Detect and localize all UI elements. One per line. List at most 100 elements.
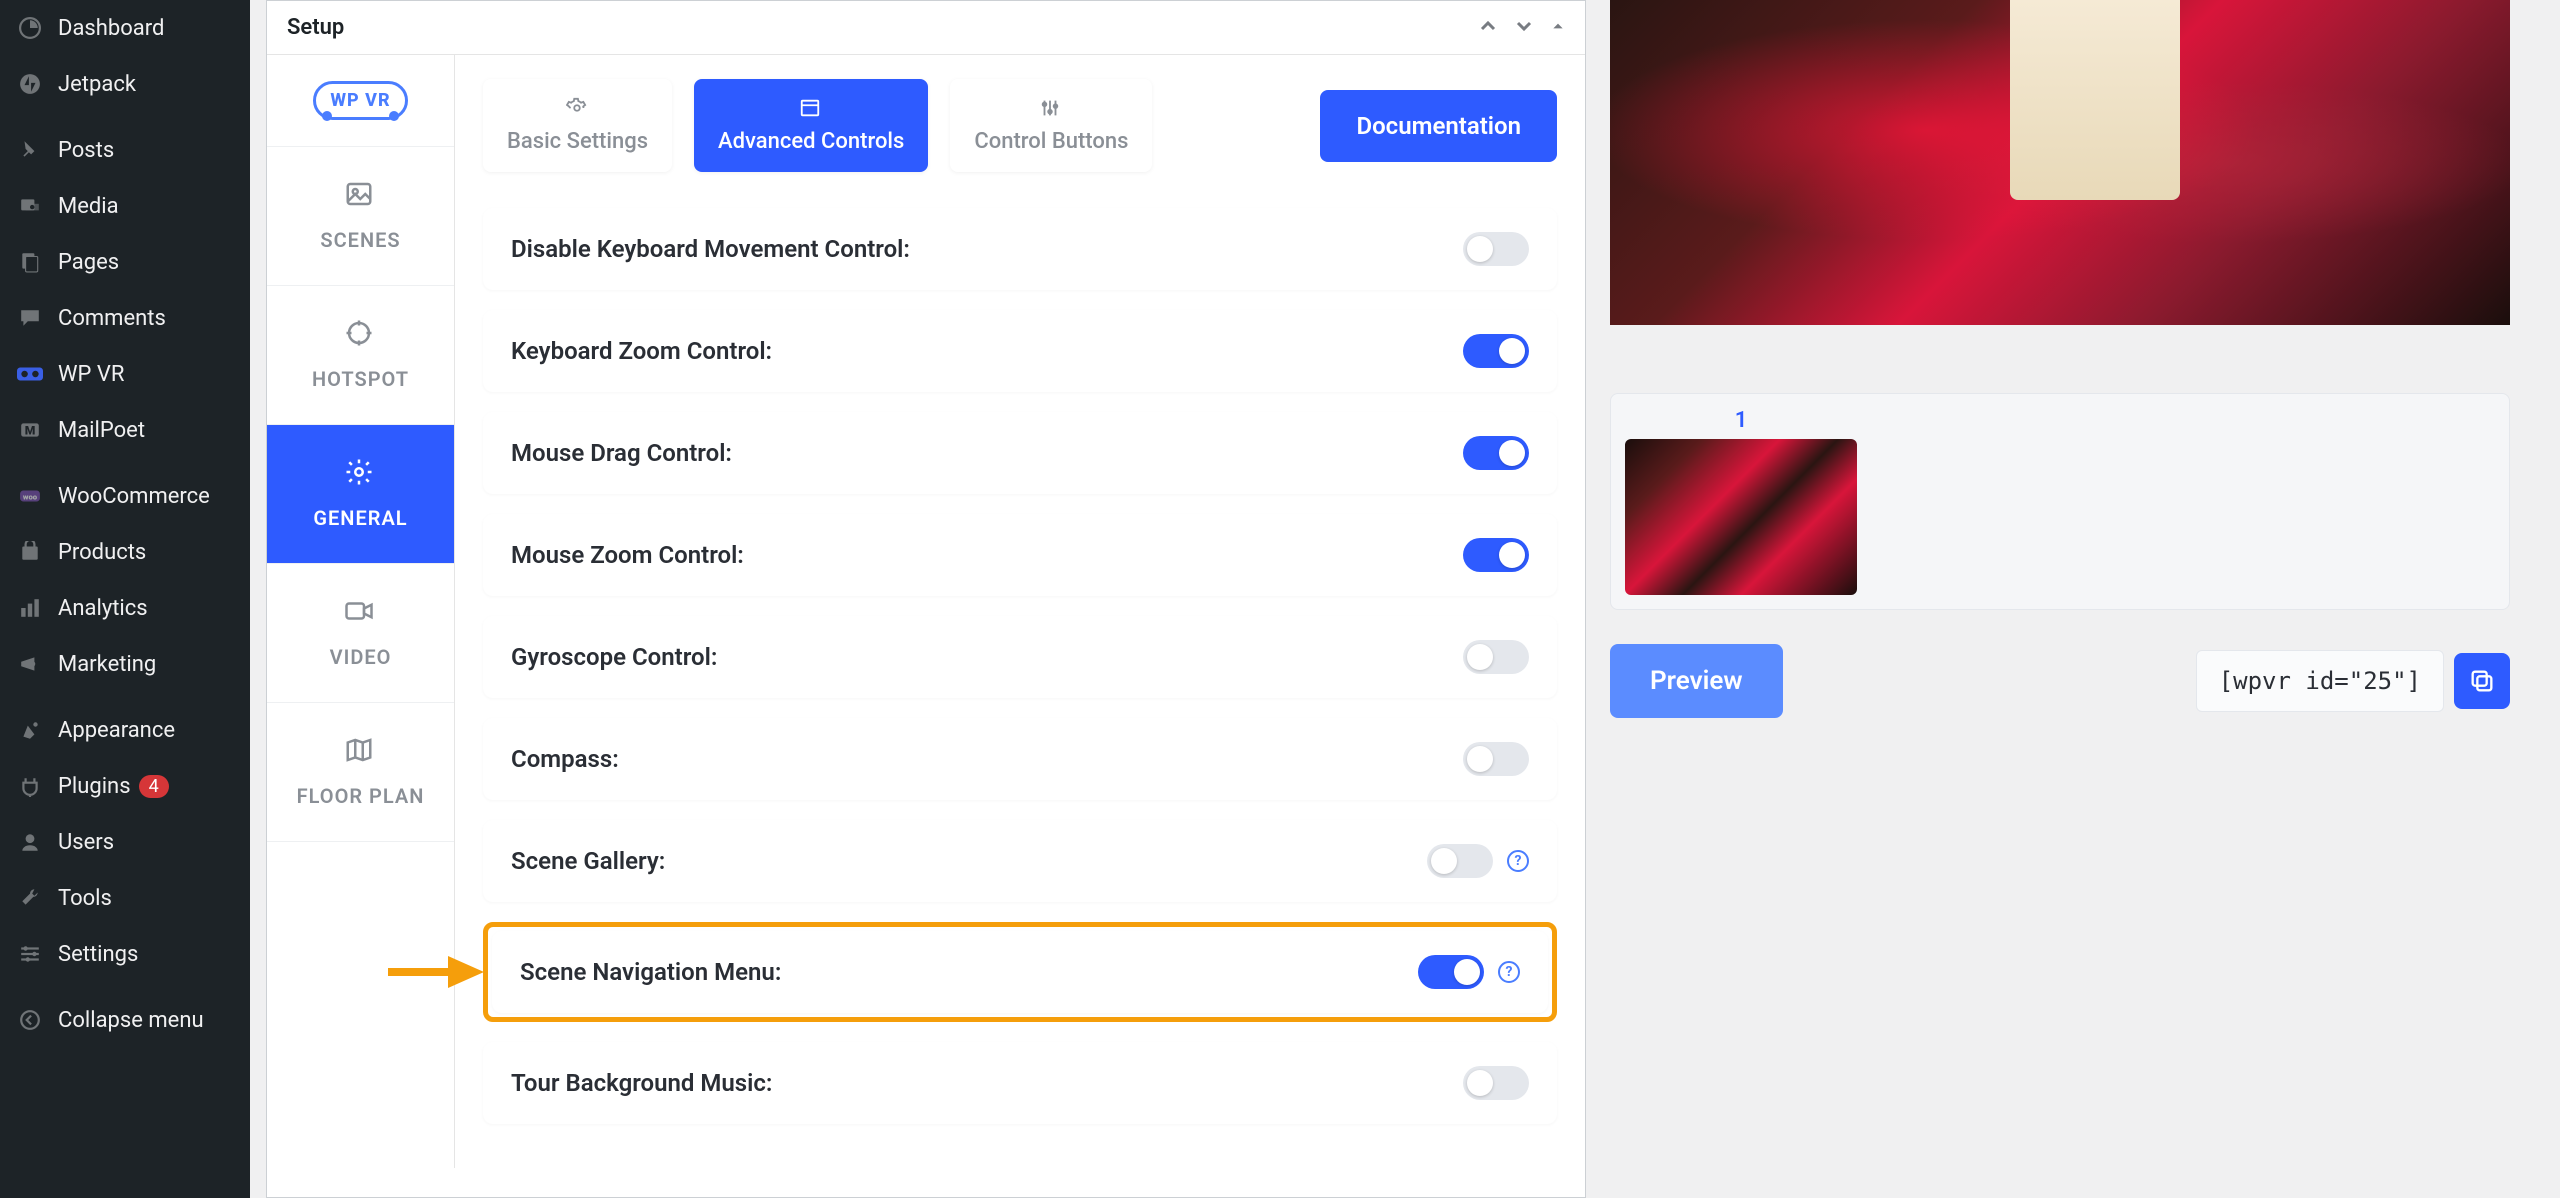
jetpack-icon bbox=[16, 70, 44, 98]
toggle-gyroscope[interactable] bbox=[1463, 640, 1529, 674]
menu-label: Collapse menu bbox=[58, 1008, 204, 1033]
menu-woocommerce[interactable]: woo WooCommerce bbox=[0, 468, 250, 524]
setting-gyroscope: Gyroscope Control: bbox=[483, 616, 1557, 698]
vtab-video[interactable]: VIDEO bbox=[267, 564, 454, 703]
callout-highlight: Scene Navigation Menu: ? bbox=[483, 922, 1557, 1022]
marketing-icon bbox=[16, 650, 44, 678]
menu-posts[interactable]: Posts bbox=[0, 122, 250, 178]
gear-icon bbox=[566, 97, 590, 121]
metabox-title: Setup bbox=[287, 15, 344, 40]
dashboard-icon bbox=[16, 14, 44, 42]
menu-label: Analytics bbox=[58, 596, 148, 621]
tab-basic-settings[interactable]: Basic Settings bbox=[483, 79, 672, 172]
menu-collapse[interactable]: Collapse menu bbox=[0, 992, 250, 1048]
setting-disable-keyboard-movement: Disable Keyboard Movement Control: bbox=[483, 208, 1557, 290]
sliders-icon bbox=[1039, 97, 1063, 121]
vtab-hotspot[interactable]: HOTSPOT bbox=[267, 286, 454, 425]
menu-label: Marketing bbox=[58, 652, 156, 677]
toggle-keyboard-zoom[interactable] bbox=[1463, 334, 1529, 368]
menu-tools[interactable]: Tools bbox=[0, 870, 250, 926]
metabox-toggle-icon[interactable] bbox=[1551, 18, 1565, 37]
menu-analytics[interactable]: Analytics bbox=[0, 580, 250, 636]
users-icon bbox=[16, 828, 44, 856]
copy-icon bbox=[2468, 667, 2496, 695]
menu-comments[interactable]: Comments bbox=[0, 290, 250, 346]
tools-icon bbox=[16, 884, 44, 912]
toggle-scene-nav-menu[interactable] bbox=[1418, 955, 1484, 989]
setting-label: Tour Background Music: bbox=[511, 1069, 772, 1097]
tab-label: Advanced Controls bbox=[718, 129, 904, 154]
pin-icon bbox=[16, 136, 44, 164]
menu-pages[interactable]: Pages bbox=[0, 234, 250, 290]
plugins-icon bbox=[16, 772, 44, 800]
setting-scene-nav-menu: Scene Navigation Menu: ? bbox=[492, 931, 1548, 1013]
vtab-scenes[interactable]: SCENES bbox=[267, 147, 454, 286]
documentation-button[interactable]: Documentation bbox=[1320, 90, 1557, 162]
setting-label: Keyboard Zoom Control: bbox=[511, 337, 772, 365]
preview-button[interactable]: Preview bbox=[1610, 644, 1783, 718]
tab-label: Basic Settings bbox=[507, 129, 648, 154]
video-icon bbox=[344, 596, 378, 630]
toggle-disable-keyboard-movement[interactable] bbox=[1463, 232, 1529, 266]
arrow-icon bbox=[388, 952, 488, 992]
svg-text:woo: woo bbox=[23, 492, 38, 501]
setting-compass: Compass: bbox=[483, 718, 1557, 800]
mailpoet-icon: M bbox=[16, 416, 44, 444]
panorama-preview[interactable] bbox=[1610, 0, 2510, 325]
setup-metabox: Setup WP VR SCENES HOTSPOT bbox=[266, 0, 1586, 1198]
tab-control-buttons[interactable]: Control Buttons bbox=[950, 79, 1152, 172]
menu-jetpack[interactable]: Jetpack bbox=[0, 56, 250, 112]
info-icon[interactable]: ? bbox=[1507, 850, 1529, 872]
menu-label: Settings bbox=[58, 942, 138, 967]
copy-button[interactable] bbox=[2454, 653, 2510, 709]
setting-label: Compass: bbox=[511, 745, 619, 773]
setting-tour-bg-music: Tour Background Music: bbox=[483, 1042, 1557, 1124]
menu-plugins[interactable]: Plugins 4 bbox=[0, 758, 250, 814]
main-content: Setup WP VR SCENES HOTSPOT bbox=[250, 0, 2560, 1198]
info-icon[interactable]: ? bbox=[1498, 961, 1520, 983]
menu-wpvr[interactable]: WP VR bbox=[0, 346, 250, 402]
menu-media[interactable]: Media bbox=[0, 178, 250, 234]
tab-advanced-controls[interactable]: Advanced Controls bbox=[694, 79, 928, 172]
wpvr-icon bbox=[16, 360, 44, 388]
svg-text:M: M bbox=[25, 423, 36, 437]
settings-icon bbox=[16, 940, 44, 968]
toggle-mouse-drag[interactable] bbox=[1463, 436, 1529, 470]
metabox-controls bbox=[1479, 17, 1565, 39]
menu-label: Users bbox=[58, 830, 114, 855]
menu-users[interactable]: Users bbox=[0, 814, 250, 870]
vtab-floorplan[interactable]: FLOOR PLAN bbox=[267, 703, 454, 842]
collapse-icon bbox=[16, 1006, 44, 1034]
appearance-icon bbox=[16, 716, 44, 744]
menu-label: Tools bbox=[58, 886, 112, 911]
menu-dashboard[interactable]: Dashboard bbox=[0, 0, 250, 56]
vertical-tabs: WP VR SCENES HOTSPOT GENERAL VIDEO bbox=[267, 55, 455, 1168]
setting-mouse-zoom: Mouse Zoom Control: bbox=[483, 514, 1557, 596]
vtab-label: HOTSPOT bbox=[312, 366, 409, 392]
wpvr-logo-tab: WP VR bbox=[267, 55, 454, 147]
toggle-mouse-zoom[interactable] bbox=[1463, 538, 1529, 572]
menu-products[interactable]: Products bbox=[0, 524, 250, 580]
menu-marketing[interactable]: Marketing bbox=[0, 636, 250, 692]
toggle-compass[interactable] bbox=[1463, 742, 1529, 776]
wp-admin-sidebar: Dashboard Jetpack Posts Media Pages Comm… bbox=[0, 0, 250, 1198]
vtab-label: GENERAL bbox=[313, 505, 407, 531]
setting-scene-gallery: Scene Gallery: ? bbox=[483, 820, 1557, 902]
menu-appearance[interactable]: Appearance bbox=[0, 702, 250, 758]
vtab-general[interactable]: GENERAL bbox=[267, 425, 454, 564]
setting-label: Mouse Zoom Control: bbox=[511, 541, 744, 569]
shortcode-text[interactable]: [wpvr id="25"] bbox=[2196, 650, 2444, 712]
analytics-icon bbox=[16, 594, 44, 622]
metabox-down-icon[interactable] bbox=[1515, 17, 1533, 39]
toggle-tour-bg-music[interactable] bbox=[1463, 1066, 1529, 1100]
toggle-scene-gallery[interactable] bbox=[1427, 844, 1493, 878]
menu-mailpoet[interactable]: M MailPoet bbox=[0, 402, 250, 458]
gear-icon bbox=[344, 457, 378, 491]
menu-label: WP VR bbox=[58, 362, 124, 387]
top-tabs: Basic Settings Advanced Controls Control… bbox=[483, 79, 1152, 172]
scene-thumbnail[interactable] bbox=[1625, 439, 1857, 595]
metabox-up-icon[interactable] bbox=[1479, 17, 1497, 39]
plugins-badge: 4 bbox=[139, 775, 169, 798]
image-icon bbox=[344, 179, 378, 213]
menu-settings[interactable]: Settings bbox=[0, 926, 250, 982]
